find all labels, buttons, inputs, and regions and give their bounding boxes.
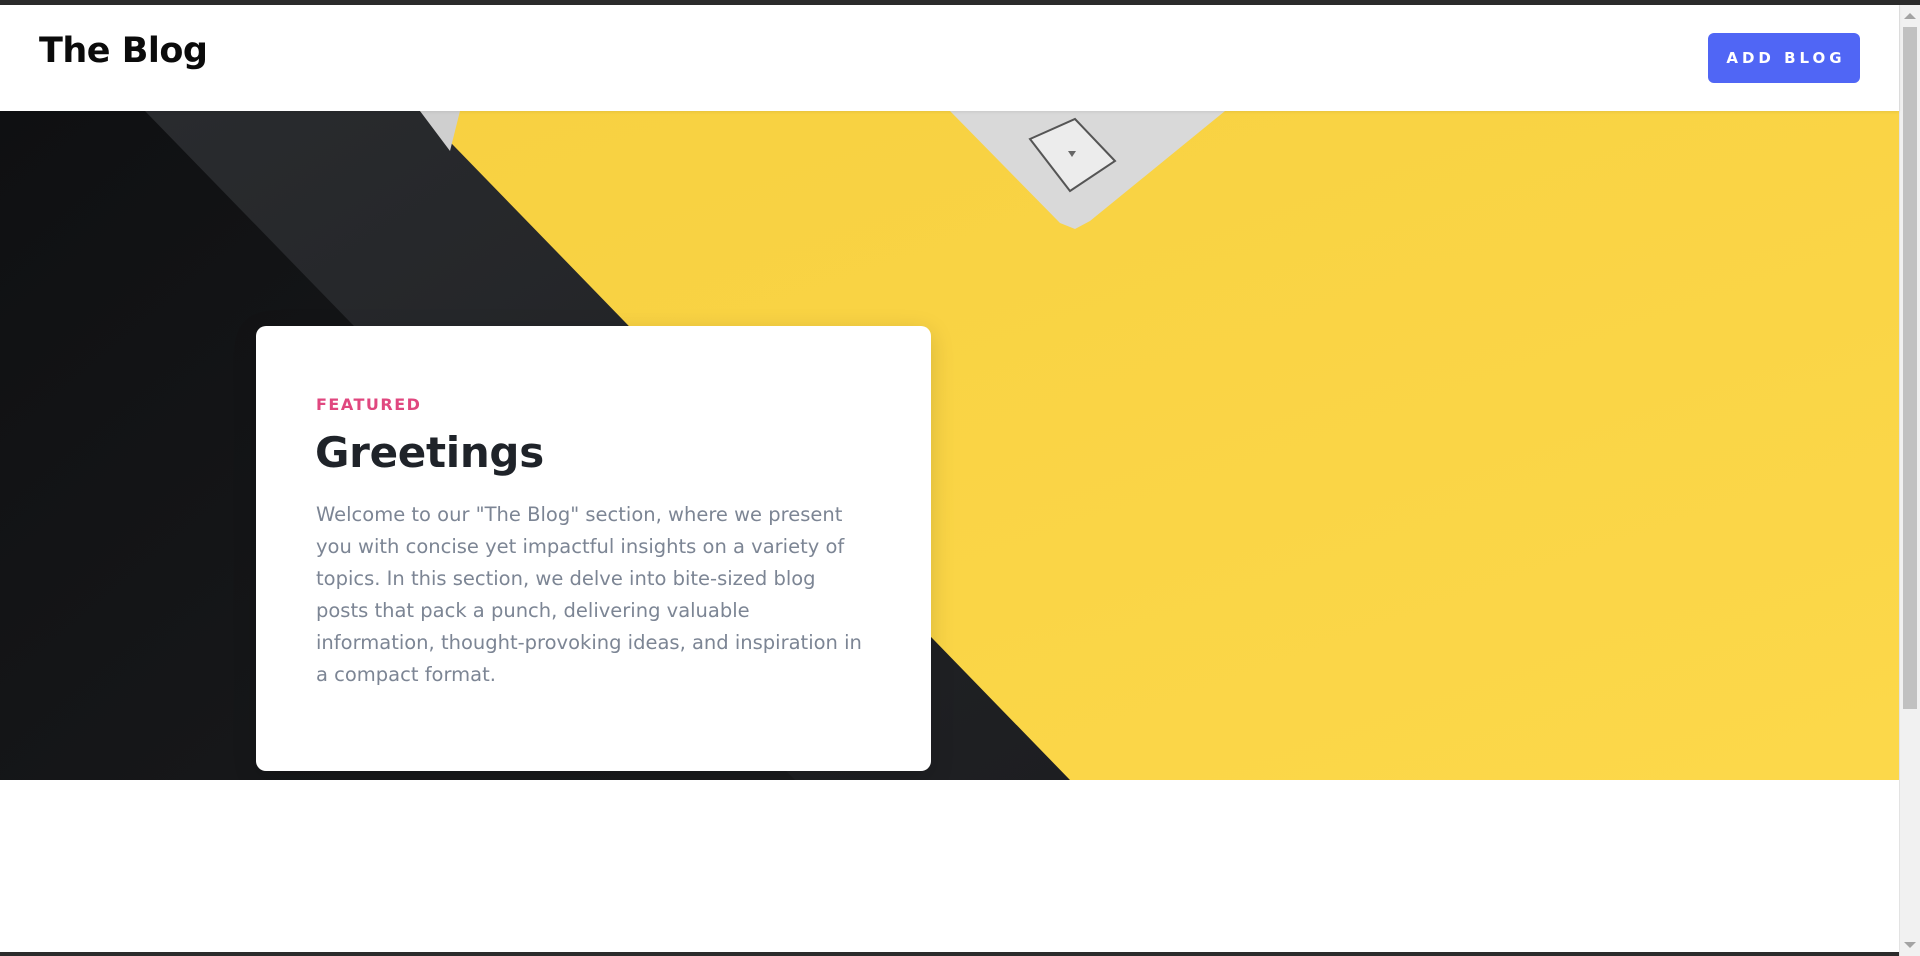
featured-tag: FEATURED: [316, 395, 422, 414]
scroll-up-arrow-icon[interactable]: [1904, 13, 1916, 19]
hero-banner: FEATURED Greetings Welcome to our "The B…: [0, 111, 1899, 780]
featured-card[interactable]: FEATURED Greetings Welcome to our "The B…: [256, 326, 931, 771]
scrollbar-thumb[interactable]: [1903, 27, 1917, 709]
featured-description: Welcome to our "The Blog" section, where…: [316, 503, 862, 686]
vertical-scrollbar[interactable]: [1899, 5, 1920, 956]
featured-title: Greetings: [315, 428, 544, 477]
site-header: The Blog ADD BLOG: [0, 5, 1899, 111]
scroll-down-arrow-icon[interactable]: [1904, 942, 1916, 948]
window-bottom-strip: [0, 952, 1899, 956]
add-blog-button[interactable]: ADD BLOG: [1708, 33, 1860, 83]
site-logo[interactable]: The Blog: [39, 31, 208, 71]
